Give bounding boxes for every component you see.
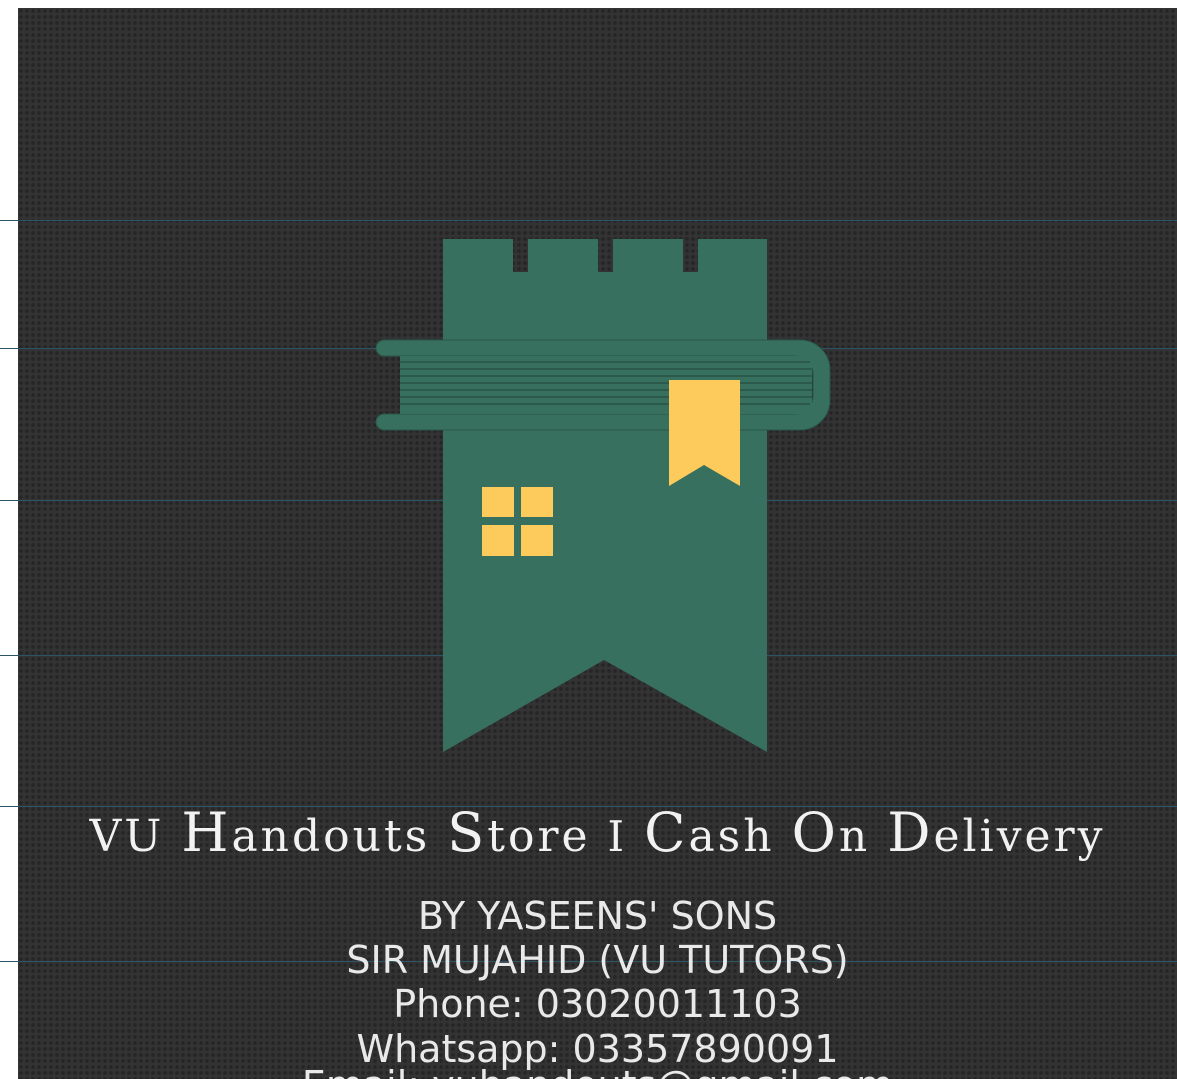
phone-line: Phone: 03020011103: [393, 982, 802, 1026]
book-pages: [400, 356, 812, 414]
title-word: VU: [89, 811, 165, 862]
title-initial: S: [447, 801, 488, 864]
email-line: Email: vuhandouts@gmail.com: [18, 1066, 1177, 1079]
title-initial: D: [887, 801, 934, 864]
title-word: n: [838, 811, 871, 862]
graphic-canvas: VU Handouts Store I Cash On Delivery BY …: [0, 0, 1177, 1079]
byline: BY YASEENS' SONS: [417, 894, 778, 938]
title-initial: O: [791, 801, 839, 864]
title-word: tore: [487, 811, 591, 862]
title-initial: H: [181, 801, 232, 864]
title-word: andouts: [231, 811, 431, 862]
tutor-line: SIR MUJAHID (VU TUTORS): [346, 938, 849, 982]
book-page-lines: [400, 361, 812, 405]
title-word: ash: [688, 811, 775, 862]
store-title: VU Handouts Store I Cash On Delivery: [18, 806, 1177, 860]
title-word: elivery: [933, 811, 1106, 862]
title-separator: I: [607, 812, 628, 861]
title-initial: C: [644, 801, 689, 864]
